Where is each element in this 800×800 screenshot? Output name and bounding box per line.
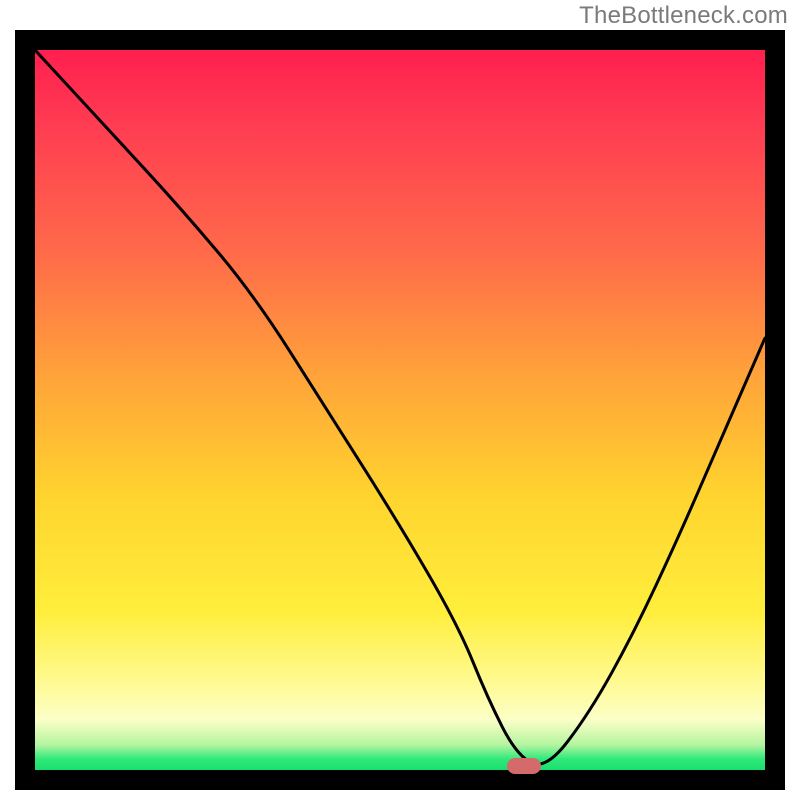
chart-container: TheBottleneck.com bbox=[0, 0, 800, 800]
bottleneck-curve bbox=[35, 50, 765, 764]
chart-frame bbox=[15, 30, 785, 790]
curve-svg bbox=[35, 50, 765, 770]
optimal-marker bbox=[507, 758, 541, 774]
watermark-label: TheBottleneck.com bbox=[579, 2, 788, 30]
plot-area bbox=[35, 50, 765, 770]
